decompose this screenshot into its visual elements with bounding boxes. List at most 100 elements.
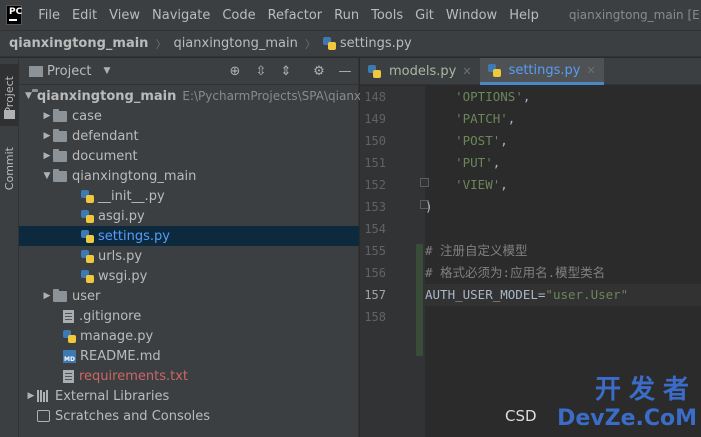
chevron-down-icon[interactable]: ▼ — [25, 91, 32, 101]
chevron-right-icon[interactable]: ▶ — [25, 391, 37, 401]
code-line-155: # 注册自定义模型 — [425, 243, 528, 258]
tree-item-settings-py[interactable]: settings.py — [19, 226, 359, 246]
tree-item-label: requirements.txt — [79, 368, 189, 384]
tree-item-wsgi-py[interactable]: wsgi.py — [19, 266, 359, 286]
editor-tabs: models.py ✕ settings.py ✕ — [360, 58, 701, 85]
chevron-right-icon[interactable]: ▶ — [41, 111, 53, 121]
logo-text: PC — [9, 7, 23, 17]
code-line-149: 'PATCH', — [455, 111, 516, 126]
breadcrumb-file[interactable]: settings.py — [322, 36, 412, 51]
tree-item-asgi-py[interactable]: asgi.py — [19, 206, 359, 226]
python-file-icon — [81, 269, 94, 283]
tree-root[interactable]: ▼ qianxingtong_main E:\PycharmProjects\S… — [19, 86, 362, 106]
code-line-157: AUTH_USER_MODEL="user.User" — [425, 287, 629, 302]
tree-item-requirements-txt[interactable]: requirements.txt — [19, 366, 359, 386]
tab-commit-tool[interactable]: Commit — [0, 138, 19, 200]
tree-item-label: wsgi.py — [98, 268, 148, 284]
line-number: 152 — [364, 178, 386, 192]
chevron-right-icon[interactable]: ▶ — [41, 131, 53, 141]
breadcrumb-package[interactable]: qianxingtong_main — [173, 36, 297, 51]
close-icon[interactable]: ✕ — [586, 64, 595, 77]
watermark-left: CSD — [505, 407, 537, 425]
watermark: 开发者 DevZe.CoM — [557, 369, 697, 431]
expand-all-icon[interactable]: ⇳ — [252, 62, 270, 80]
text-file-icon — [63, 309, 74, 323]
locate-icon[interactable]: ⊕ — [226, 62, 244, 80]
tree-item-gitignore[interactable]: .gitignore — [19, 306, 359, 326]
tree-item-scratches[interactable]: Scratches and Consoles — [19, 406, 359, 426]
folder-icon — [53, 108, 67, 122]
tree-item-user[interactable]: ▶ user — [19, 286, 359, 306]
text-file-icon — [63, 369, 74, 383]
close-icon[interactable]: ✕ — [462, 65, 471, 78]
line-number: 153 — [364, 200, 386, 214]
python-file-icon — [81, 209, 94, 223]
tree-item-label: defendant — [72, 128, 139, 144]
menu-run[interactable]: Run — [328, 8, 365, 23]
tree-item-qianxingtong-main[interactable]: ▼ qianxingtong_main — [19, 166, 359, 186]
project-panel-title[interactable]: Project — [47, 64, 91, 79]
chevron-right-icon[interactable]: ▶ — [41, 291, 53, 301]
menu-file[interactable]: File — [32, 8, 66, 23]
project-tool-label: Project — [3, 76, 16, 114]
line-number: 154 — [364, 222, 386, 236]
vcs-change-marker[interactable] — [416, 244, 423, 356]
menu-code[interactable]: Code — [216, 8, 261, 23]
tree-item-readme-md[interactable]: MD README.md — [19, 346, 359, 366]
tree-item-label: __init__.py — [98, 188, 165, 204]
breadcrumb-project[interactable]: qianxingtong_main — [9, 36, 148, 51]
chevron-right-icon: 〉 — [155, 37, 167, 51]
collapse-all-icon[interactable]: ⇕ — [277, 62, 295, 80]
tree-item-label: urls.py — [98, 248, 143, 264]
menu-refactor[interactable]: Refactor — [262, 8, 329, 23]
line-number: 150 — [364, 134, 386, 148]
scratches-icon — [37, 410, 50, 422]
project-panel-header: Project ▼ ⊕ ⇳ ⇕ ⚙ — — [19, 58, 358, 85]
menu-view[interactable]: View — [103, 8, 146, 23]
tree-item-init-py[interactable]: __init__.py — [19, 186, 359, 206]
menu-git[interactable]: Git — [409, 8, 440, 23]
python-file-icon — [487, 63, 501, 77]
line-number-current: 157 — [364, 288, 386, 302]
menu-navigate[interactable]: Navigate — [146, 8, 216, 23]
tree-item-manage-py[interactable]: manage.py — [19, 326, 359, 346]
tree-item-defendant[interactable]: ▶ defendant — [19, 126, 359, 146]
chevron-down-icon[interactable]: ▼ — [103, 66, 110, 76]
gear-icon[interactable]: ⚙ — [310, 62, 328, 80]
tab-models-py[interactable]: models.py ✕ — [360, 58, 480, 85]
tree-item-urls-py[interactable]: urls.py — [19, 246, 359, 266]
tree-root-label: qianxingtong_main — [36, 88, 177, 104]
tree-item-external-libraries[interactable]: ▶ External Libraries — [19, 386, 359, 406]
menu-bar: PC File Edit View Navigate Code Refactor… — [0, 0, 701, 30]
folder-icon — [29, 65, 43, 77]
folder-icon — [53, 148, 67, 162]
window-title: qianxingtong_main [E:\Pych — [568, 8, 701, 22]
tree-root-path: E:\PycharmProjects\SPA\qianx — [182, 89, 362, 103]
menu-help[interactable]: Help — [503, 8, 545, 23]
menu-window[interactable]: Window — [440, 8, 503, 23]
tree-item-document[interactable]: ▶ document — [19, 146, 359, 166]
chevron-down-icon[interactable]: ▼ — [41, 171, 53, 181]
tree-item-label: settings.py — [98, 228, 170, 244]
tree-item-label: .gitignore — [79, 308, 142, 324]
tab-label: settings.py — [508, 62, 581, 78]
line-number: 149 — [364, 112, 386, 126]
chevron-right-icon: 〉 — [304, 37, 316, 51]
tree-item-label: Scratches and Consoles — [55, 408, 211, 424]
code-line-152: 'VIEW', — [455, 177, 508, 192]
minimize-icon[interactable]: — — [336, 62, 354, 80]
tree-item-label: asgi.py — [98, 208, 145, 224]
python-file-icon — [81, 229, 94, 243]
tab-settings-py[interactable]: settings.py ✕ — [479, 58, 604, 85]
tree-item-case[interactable]: ▶ case — [19, 106, 359, 126]
chevron-right-icon[interactable]: ▶ — [41, 151, 53, 161]
menu-tools[interactable]: Tools — [365, 8, 409, 23]
watermark-top: 开发者 — [594, 375, 697, 405]
tree-item-label: user — [72, 288, 101, 304]
watermark-bottom: DevZe.CoM — [557, 406, 697, 431]
tree-item-label: manage.py — [80, 328, 154, 344]
pycharm-logo-icon[interactable]: PC — [6, 5, 23, 25]
menu-edit[interactable]: Edit — [66, 8, 103, 23]
tree-item-label: document — [72, 148, 138, 164]
line-number: 148 — [364, 90, 386, 104]
